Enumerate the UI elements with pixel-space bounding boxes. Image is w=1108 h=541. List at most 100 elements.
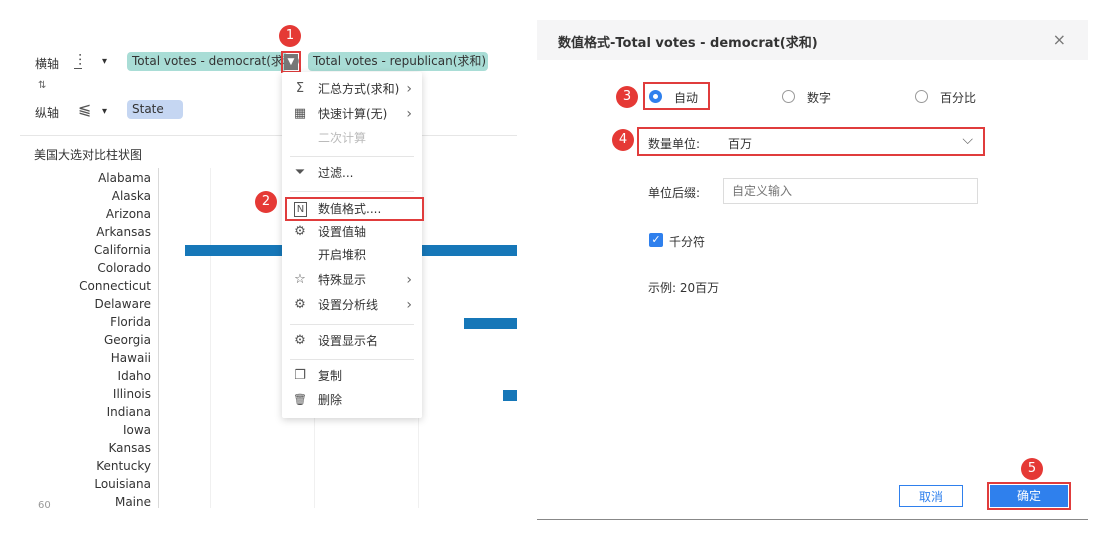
highlight-number-format (285, 197, 424, 221)
gridline (210, 168, 211, 508)
menu-item-stack[interactable]: 开启堆积 (282, 244, 422, 266)
x-field-republican[interactable]: Total votes - republican(求和) (308, 52, 488, 71)
highlight-unit (637, 127, 985, 156)
dialog-bottom-border (537, 519, 1088, 520)
context-menu: Σ 汇总方式(求和) › ▦ 快速计算(无) › 二次计算 ⏷ 过滤... N … (282, 72, 422, 418)
x-axis-icon[interactable]: ⫶̲ (78, 51, 82, 71)
state-label: California (94, 243, 151, 257)
y-field-state-label: State (132, 102, 164, 116)
menu-item-label: 开启堆积 (318, 248, 367, 262)
chevron-right-icon: › (406, 81, 412, 97)
quick-calc-icon: ▦ (293, 106, 307, 121)
y-axis-dropdown-icon[interactable]: ▾ (102, 106, 107, 117)
menu-item-secondary-calc: 二次计算 (282, 127, 422, 149)
state-label: Iowa (122, 423, 151, 437)
thousands-label: 千分符 (669, 235, 706, 249)
state-label: Georgia (103, 333, 151, 347)
bar-illinois (503, 390, 517, 401)
chevron-right-icon: › (406, 297, 412, 313)
highlight-dropdown (281, 51, 301, 73)
state-label: Illinois (112, 387, 151, 401)
gear-icon: ⚙ (294, 333, 306, 348)
y-axis-icon[interactable]: ⫹ (78, 99, 91, 118)
state-label: Indiana (106, 405, 151, 419)
gear-icon: ⚙ (294, 297, 306, 312)
x-field-democrat[interactable]: Total votes - democrat(求和) (127, 52, 300, 71)
menu-divider (290, 191, 414, 192)
chart-y-axis-line (158, 168, 159, 508)
menu-item-aggregation[interactable]: Σ 汇总方式(求和) › (282, 78, 422, 100)
close-icon[interactable]: × (1053, 30, 1066, 49)
menu-divider (290, 156, 414, 157)
menu-item-label: 快速计算(无) (318, 107, 388, 121)
example-text: 示例: 20百万 (648, 281, 720, 295)
copy-icon: ❐ (294, 368, 306, 383)
menu-item-label: 二次计算 (318, 131, 367, 145)
state-label: Alabama (98, 171, 151, 185)
annotation-badge: 4 (612, 129, 634, 151)
menu-divider (290, 359, 414, 360)
menu-item-analysis-line[interactable]: ⚙ 设置分析线 › (282, 294, 422, 316)
annotation-badge: 3 (616, 86, 638, 108)
state-label: Maine (114, 495, 151, 509)
y-axis-row: 纵轴 ⫹ ▾ (20, 90, 517, 130)
thousands-checkbox[interactable]: ✓ (649, 233, 663, 247)
y-field-state[interactable]: State (127, 100, 183, 119)
menu-item-display-name[interactable]: ⚙ 设置显示名 (282, 330, 422, 352)
state-label: Florida (110, 315, 151, 329)
menu-item-label: 设置分析线 (318, 298, 379, 312)
annotation-badge: 1 (279, 25, 301, 47)
x-axis-dropdown-icon[interactable]: ▾ (102, 56, 107, 67)
menu-item-filter[interactable]: ⏷ 过滤... (282, 162, 422, 184)
annotation-badge: 5 (1021, 458, 1043, 480)
menu-item-label: 汇总方式(求和) (318, 82, 400, 96)
gear-icon: ⚙ (294, 224, 306, 239)
state-label: Alaska (111, 189, 151, 203)
cancel-button[interactable]: 取消 (899, 485, 963, 507)
state-label: Arizona (105, 207, 151, 221)
menu-item-delete[interactable]: 🗑 删除 (282, 389, 422, 411)
menu-item-value-axis[interactable]: ⚙ 设置值轴 (282, 221, 422, 243)
filter-icon: ⏷ (294, 165, 306, 180)
state-label: Colorado (97, 261, 151, 275)
y-axis-label: 纵轴 (35, 106, 60, 120)
trash-icon: 🗑 (293, 393, 307, 406)
menu-item-quick-calc[interactable]: ▦ 快速计算(无) › (282, 103, 422, 125)
chevron-right-icon: › (406, 106, 412, 122)
chevron-right-icon: › (406, 272, 412, 288)
sigma-icon: Σ (295, 81, 305, 96)
highlight-ok (987, 482, 1071, 510)
state-label: Delaware (94, 297, 151, 311)
menu-item-label: 设置显示名 (318, 334, 379, 348)
menu-divider (290, 324, 414, 325)
radio-number-label: 数字 (807, 91, 832, 105)
divider (20, 135, 517, 136)
annotation-badge: 2 (255, 191, 277, 213)
dialog-header: 数值格式-Total votes - democrat(求和) × (537, 20, 1088, 60)
state-label: Louisiana (94, 477, 151, 491)
menu-item-copy[interactable]: ❐ 复制 (282, 365, 422, 387)
radio-number[interactable] (782, 90, 795, 103)
x-field-republican-label: Total votes - republican(求和) (313, 54, 487, 68)
chart-title: 美国大选对比柱状图 (34, 148, 143, 162)
state-label: Idaho (117, 369, 151, 383)
menu-item-special-display[interactable]: ☆ 特殊显示 › (282, 269, 422, 291)
menu-item-label: 特殊显示 (318, 273, 367, 287)
state-label: Hawaii (110, 351, 151, 365)
menu-item-label: 设置值轴 (318, 225, 367, 239)
axis-corner-text: 60 (38, 500, 51, 511)
radio-percent-label: 百分比 (940, 91, 977, 105)
suffix-input[interactable] (723, 178, 978, 204)
suffix-label: 单位后缀: (648, 186, 701, 200)
state-label: Connecticut (79, 279, 151, 293)
menu-item-label: 删除 (318, 393, 343, 407)
dialog-title: 数值格式-Total votes - democrat(求和) (558, 36, 818, 51)
star-icon: ☆ (294, 272, 306, 287)
bar-florida (464, 318, 517, 329)
radio-percent[interactable] (915, 90, 928, 103)
x-axis-label: 横轴 (35, 57, 60, 71)
state-label: Kentucky (96, 459, 151, 473)
menu-item-label: 过滤... (318, 166, 354, 180)
highlight-auto (643, 82, 710, 110)
x-field-democrat-label: Total votes - democrat(求和) (132, 54, 300, 68)
